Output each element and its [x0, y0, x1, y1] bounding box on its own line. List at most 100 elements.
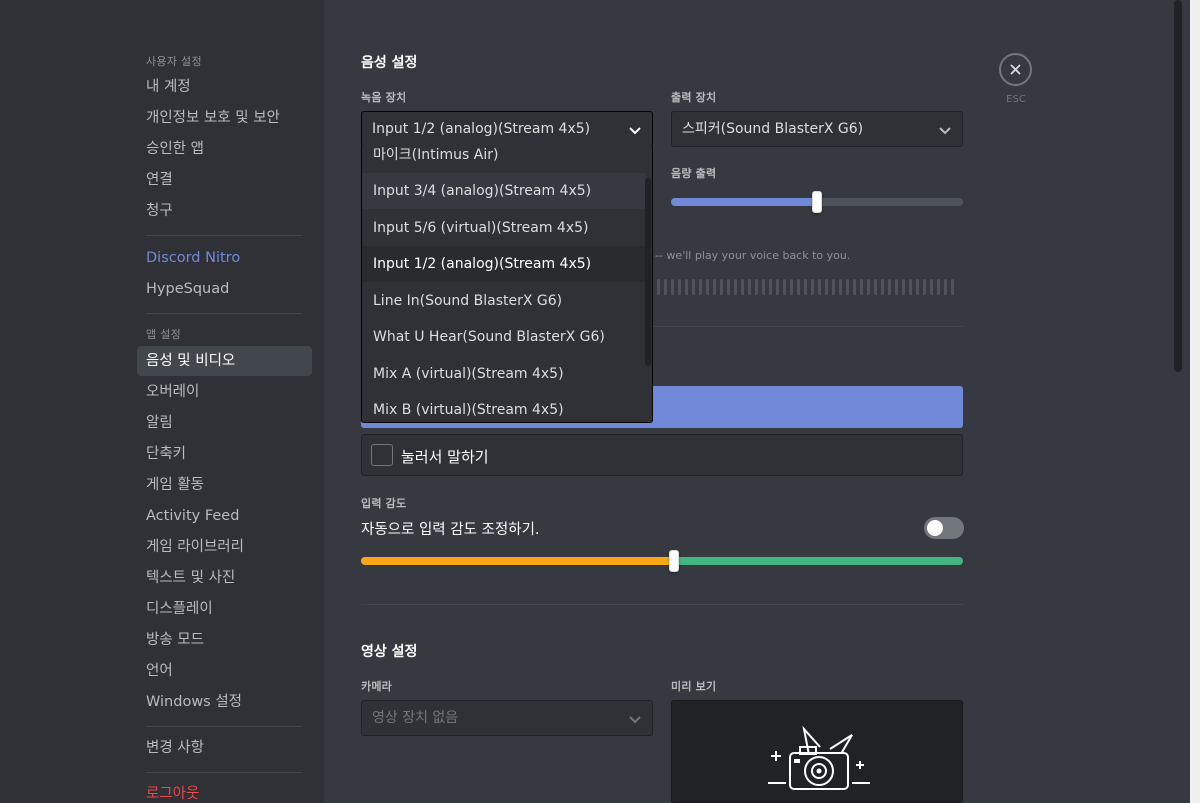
meter-bar — [727, 279, 730, 295]
sidebar-item-connections[interactable]: 연결 — [137, 165, 312, 195]
meter-bar — [846, 279, 849, 295]
sidebar-item-hypesquad[interactable]: HypeSquad — [137, 274, 312, 304]
sidebar-item-streamer-mode[interactable]: 방송 모드 — [137, 625, 312, 655]
meter-bar — [860, 279, 863, 295]
sidebar-item-activity-feed[interactable]: Activity Feed — [137, 501, 312, 531]
auto-sensitivity-label: 자동으로 입력 감도 조정하기. — [361, 522, 540, 538]
meter-bar — [804, 279, 807, 295]
camera-select[interactable]: 영상 장치 없음 — [361, 700, 653, 736]
sidebar-item-billing[interactable]: 청구 — [137, 196, 312, 226]
output-device-label: 출력 장치 — [671, 91, 717, 104]
meter-bar — [678, 279, 681, 295]
meter-bar — [874, 279, 877, 295]
sensitivity-handle[interactable] — [669, 550, 680, 572]
dropdown-option[interactable]: Mix A (virtual)(Stream 4x5) — [362, 356, 646, 392]
user-settings-header: 사용자 설정 — [146, 55, 202, 68]
meter-bar — [797, 279, 800, 295]
meter-bar — [818, 279, 821, 295]
chevron-down-icon — [629, 716, 641, 724]
input-device-value: Input 1/2 (analog)(Stream 4x5) — [372, 121, 591, 137]
meter-bar — [937, 279, 940, 295]
sidebar-item-voice-video[interactable]: 음성 및 비디오 — [137, 346, 312, 376]
sidebar-item-my-account[interactable]: 내 계정 — [137, 72, 312, 102]
meter-bar — [881, 279, 884, 295]
page-scrollbar-thumb[interactable] — [1174, 0, 1182, 372]
meter-bar — [902, 279, 905, 295]
sidebar-divider — [146, 726, 302, 727]
chevron-down-icon — [629, 127, 641, 135]
video-settings-title: 영상 설정 — [361, 644, 418, 660]
meter-bar — [706, 279, 709, 295]
meter-bar — [839, 279, 842, 295]
dropdown-option[interactable]: Input 3/4 (analog)(Stream 4x5) — [362, 173, 646, 209]
meter-bar — [923, 279, 926, 295]
meter-bar — [909, 279, 912, 295]
push-to-talk-checkbox[interactable] — [371, 444, 393, 466]
meter-bar — [720, 279, 723, 295]
sidebar-item-language[interactable]: 언어 — [137, 656, 312, 686]
sidebar-item-nitro[interactable]: Discord Nitro — [137, 243, 312, 273]
sidebar-item-game-library[interactable]: 게임 라이브러리 — [137, 532, 312, 562]
settings-sidebar: 사용자 설정 내 계정 개인정보 보호 및 보안 승인한 앱 연결 청구 Dis… — [0, 0, 324, 803]
meter-bar — [734, 279, 737, 295]
meter-bar — [776, 279, 779, 295]
auto-sensitivity-toggle[interactable] — [924, 517, 964, 539]
input-sensitivity-label: 입력 감도 — [361, 497, 407, 510]
camera-illustration-icon — [768, 725, 870, 790]
input-device-label: 녹음 장치 — [361, 91, 407, 104]
sidebar-item-keybinds[interactable]: 단축키 — [137, 439, 312, 469]
voice-settings-title: 음성 설정 — [361, 55, 418, 71]
sidebar-item-authorized-apps[interactable]: 승인한 앱 — [137, 134, 312, 164]
meter-bar — [783, 279, 786, 295]
mic-test-hint: -- we'll play your voice back to you. — [655, 249, 851, 262]
close-button[interactable] — [999, 53, 1032, 86]
meter-bar — [657, 279, 660, 295]
meter-bar — [951, 279, 954, 295]
dropdown-option[interactable]: Line In(Sound BlasterX G6) — [362, 283, 646, 319]
dropdown-option[interactable]: Mix B (virtual)(Stream 4x5) — [362, 392, 646, 422]
input-sensitivity-slider[interactable] — [361, 550, 963, 572]
sidebar-item-notifications[interactable]: 알림 — [137, 408, 312, 438]
sidebar-item-game-activity[interactable]: 게임 활동 — [137, 470, 312, 500]
mic-test-meter — [657, 279, 954, 295]
meter-bar — [888, 279, 891, 295]
meter-bar — [853, 279, 856, 295]
meter-bar — [755, 279, 758, 295]
meter-bar — [713, 279, 716, 295]
sidebar-item-changelog[interactable]: 변경 사항 — [137, 733, 312, 763]
dropdown-scrollbar[interactable] — [645, 178, 651, 366]
camera-value: 영상 장치 없음 — [372, 710, 459, 726]
video-preview — [671, 700, 963, 803]
meter-bar — [664, 279, 667, 295]
push-to-talk-label: 눌러서 말하기 — [401, 448, 489, 466]
meter-bar — [685, 279, 688, 295]
meter-bar — [944, 279, 947, 295]
meter-bar — [741, 279, 744, 295]
meter-bar — [692, 279, 695, 295]
dropdown-option[interactable]: What U Hear(Sound BlasterX G6) — [362, 319, 646, 355]
output-volume-slider[interactable] — [671, 191, 963, 213]
meter-bar — [790, 279, 793, 295]
section-divider — [361, 604, 963, 605]
sidebar-item-windows-settings[interactable]: Windows 설정 — [137, 687, 312, 717]
meter-bar — [699, 279, 702, 295]
input-device-select[interactable]: Input 1/2 (analog)(Stream 4x5) — [361, 111, 653, 147]
sidebar-item-text-images[interactable]: 텍스트 및 사진 — [137, 563, 312, 593]
sidebar-item-logout[interactable]: 로그아웃 — [137, 779, 312, 803]
sidebar-divider — [146, 313, 302, 314]
dropdown-option-selected[interactable]: Input 1/2 (analog)(Stream 4x5) — [362, 246, 646, 282]
dropdown-option[interactable]: Input 5/6 (virtual)(Stream 4x5) — [362, 210, 646, 246]
meter-bar — [930, 279, 933, 295]
sidebar-item-overlay[interactable]: 오버레이 — [137, 377, 312, 407]
sidebar-item-privacy-safety[interactable]: 개인정보 보호 및 보안 — [137, 103, 312, 133]
output-device-select[interactable]: 스피커(Sound BlasterX G6) — [671, 111, 963, 147]
output-volume-fill — [671, 198, 817, 206]
toggle-knob — [927, 520, 943, 536]
dropdown-option[interactable]: 마이크(Intimus Air) — [362, 146, 646, 173]
close-icon — [1010, 64, 1021, 75]
sidebar-item-display[interactable]: 디스플레이 — [137, 594, 312, 624]
sensitivity-high-fill — [674, 557, 963, 565]
sidebar-divider — [146, 772, 302, 773]
meter-bar — [832, 279, 835, 295]
output-volume-handle[interactable] — [812, 191, 822, 213]
